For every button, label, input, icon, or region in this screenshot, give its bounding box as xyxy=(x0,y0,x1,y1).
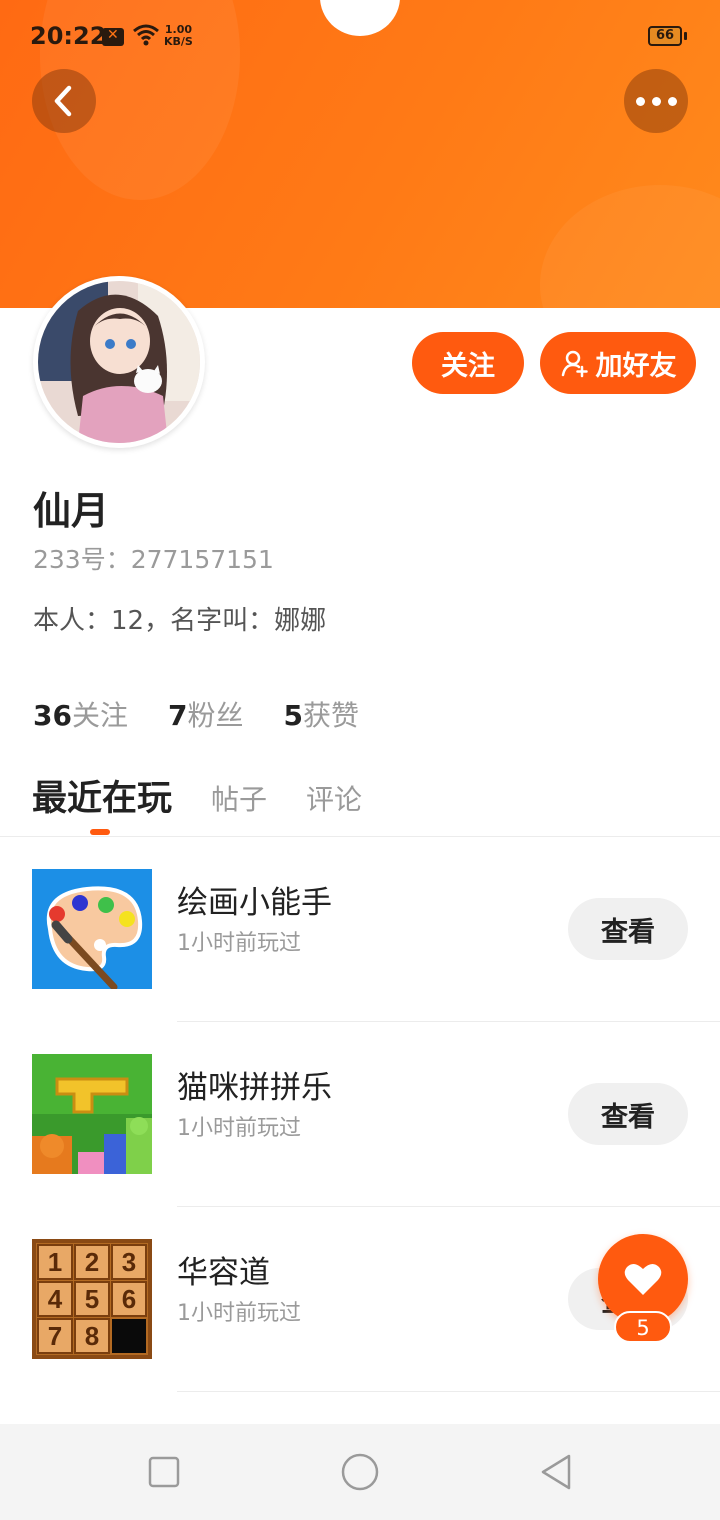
game-title: 华容道 xyxy=(177,1255,270,1291)
add-friend-label: 加好友 xyxy=(595,350,677,382)
stat-label: 获赞 xyxy=(302,699,359,732)
stat-likes[interactable]: 5获赞 xyxy=(283,694,359,734)
active-tab-indicator xyxy=(90,829,110,835)
avatar[interactable] xyxy=(33,276,205,448)
stat-value: 7 xyxy=(167,699,188,732)
tab-posts[interactable]: 帖子 xyxy=(211,778,267,818)
home-button[interactable] xyxy=(340,1452,380,1492)
recent-apps-button[interactable] xyxy=(144,1452,184,1492)
stat-label: 关注 xyxy=(71,699,128,732)
puzzle-tile-6: 6 xyxy=(122,1284,136,1314)
follow-button-label: 关注 xyxy=(441,350,495,382)
game-last-played: 1小时前玩过 xyxy=(177,1301,301,1326)
divider xyxy=(177,1391,720,1392)
view-button[interactable]: 查看 xyxy=(568,898,688,960)
profile-tabs: 最近在玩 帖子 评论 xyxy=(0,770,720,837)
paint-palette-icon xyxy=(32,869,152,989)
puzzle-tile-7: 7 xyxy=(48,1321,62,1351)
x-notification-icon: ✕ xyxy=(102,27,124,46)
more-button[interactable] xyxy=(624,69,688,133)
battery-tip xyxy=(684,32,687,40)
add-friend-button[interactable]: 加好友 xyxy=(540,332,696,394)
follow-button[interactable]: 关注 xyxy=(412,332,524,394)
profile-name: 仙月 xyxy=(33,489,110,533)
circle-icon xyxy=(341,1453,379,1491)
back-nav-button[interactable] xyxy=(536,1452,576,1492)
puzzle-tile-4: 4 xyxy=(48,1284,63,1314)
add-user-icon xyxy=(561,350,588,378)
stat-label: 粉丝 xyxy=(187,699,244,732)
puzzle-tile-8: 8 xyxy=(85,1321,99,1351)
number-slide-puzzle-icon: 1 2 3 4 5 6 7 8 xyxy=(32,1239,152,1359)
tab-recently-played[interactable]: 最近在玩 xyxy=(32,770,172,821)
back-button[interactable] xyxy=(32,69,96,133)
tab-comments[interactable]: 评论 xyxy=(306,778,362,818)
list-item[interactable]: 猫咪拼拼乐 1小时前玩过 查看 xyxy=(0,1022,720,1207)
network-speed-unit: KB/S xyxy=(164,35,193,48)
battery-icon: 66 xyxy=(648,26,682,46)
more-dots-icon xyxy=(635,96,677,106)
puzzle-tile-1: 1 xyxy=(48,1247,62,1277)
square-icon xyxy=(148,1456,180,1488)
profile-uid: 233号：277157151 xyxy=(33,545,274,574)
status-time: 20:22 xyxy=(30,22,107,50)
banner-decoration xyxy=(540,185,720,308)
profile-bio: 本人：12，名字叫：娜娜 xyxy=(33,606,327,636)
heart-icon xyxy=(624,1263,662,1295)
view-button[interactable]: 查看 xyxy=(568,1083,688,1145)
game-title: 猫咪拼拼乐 xyxy=(177,1070,332,1106)
puzzle-tile-2: 2 xyxy=(85,1247,99,1277)
game-last-played: 1小时前玩过 xyxy=(177,1116,301,1141)
stat-fans[interactable]: 7粉丝 xyxy=(168,694,244,734)
wifi-icon xyxy=(133,24,159,46)
stat-value: 5 xyxy=(283,699,303,732)
avatar-image xyxy=(38,281,200,443)
puzzle-tile-3: 3 xyxy=(122,1247,136,1277)
system-nav-bar xyxy=(0,1424,720,1520)
like-count-badge: 5 xyxy=(614,1311,672,1343)
list-item[interactable]: 绘画小能手 1小时前玩过 查看 xyxy=(0,837,720,1022)
puzzle-tile-5: 5 xyxy=(85,1284,99,1314)
game-last-played: 1小时前玩过 xyxy=(177,931,301,956)
stat-following[interactable]: 36关注 xyxy=(33,694,128,734)
triangle-back-icon xyxy=(541,1454,571,1490)
game-title: 绘画小能手 xyxy=(177,885,332,921)
stat-value: 36 xyxy=(33,699,72,732)
network-speed: 1.00 KB/S xyxy=(164,24,193,48)
profile-stats: 36关注 7粉丝 5获赞 xyxy=(33,694,399,734)
chevron-left-icon xyxy=(54,85,72,117)
status-bar: 20:22 ✕ 1.00 KB/S 66 xyxy=(0,0,720,72)
cat-puzzle-icon xyxy=(32,1054,152,1174)
